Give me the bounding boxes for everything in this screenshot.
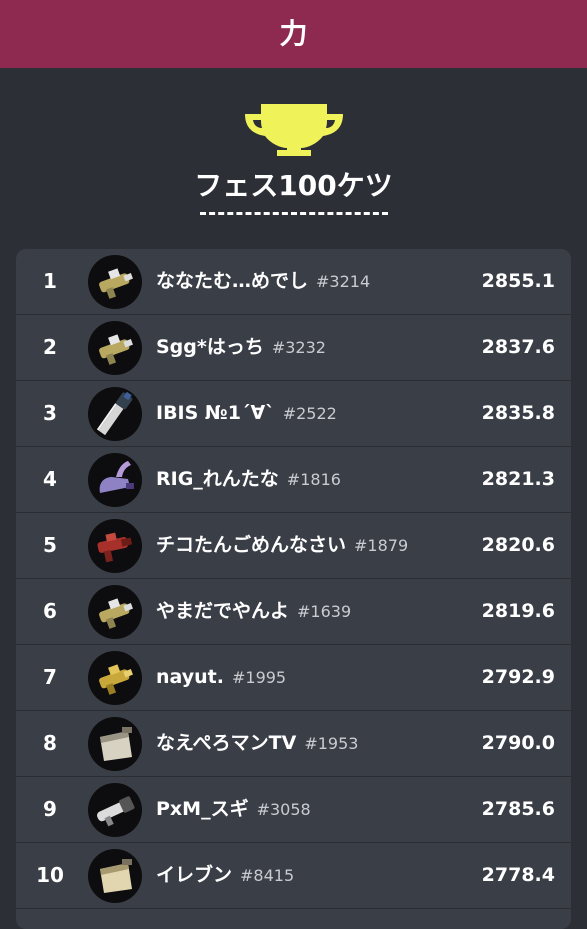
power-value: 2819.6 — [481, 600, 555, 622]
bucket-weapon-icon — [88, 849, 142, 903]
power-value: 2785.6 — [481, 798, 555, 820]
player-tag: #1953 — [304, 734, 359, 753]
power-value: 2837.6 — [481, 336, 555, 358]
rank-number: 10 — [36, 863, 64, 887]
splattershot-weapon-icon — [88, 321, 142, 375]
player-entry: イレブン #8415 — [156, 843, 294, 908]
ranking-list: 1 ななたむ…めでし #3214 2855.1 2 Sgg*はっち #3232 28… — [16, 249, 571, 929]
title-underline — [200, 212, 388, 215]
ranking-title: フェス100ケツ — [194, 169, 393, 202]
player-tag: #3214 — [316, 272, 371, 291]
ranking-row[interactable]: 4 RIG_れんたな #1816 2821.3 — [16, 447, 571, 513]
player-name: ななたむ…めでし — [156, 270, 309, 292]
player-tag: #1816 — [286, 470, 341, 489]
power-value: 2835.8 — [481, 402, 555, 424]
bucket-weapon-icon — [88, 717, 142, 771]
splattershot-weapon-icon — [88, 585, 142, 639]
header-bar: 力 — [0, 0, 587, 68]
player-entry: nayut. #1995 — [156, 645, 286, 710]
power-value: 2821.3 — [481, 468, 555, 490]
rank-number: 3 — [43, 401, 57, 425]
ranking-row[interactable]: 10 イレブン #8415 2778.4 — [16, 843, 571, 909]
player-name: nayut. — [156, 666, 224, 688]
ranking-row[interactable]: 3 IBIS №1´∀` #2522 2835.8 — [16, 381, 571, 447]
player-name: チコたんごめんなさい — [156, 534, 347, 556]
trophy-icon — [245, 104, 343, 156]
ranking-row[interactable]: 5 チコたんごめんなさい #1879 2820.6 — [16, 513, 571, 579]
power-value: 2792.9 — [481, 666, 555, 688]
ranking-row[interactable]: 6 やまだでやんよ #1639 2819.6 — [16, 579, 571, 645]
power-value: 2778.4 — [481, 864, 555, 886]
player-tag: #1995 — [231, 668, 287, 687]
rank-number: 2 — [43, 335, 57, 359]
ranking-row[interactable]: 9 PxM_スギ #3058 2785.6 — [16, 777, 571, 843]
player-tag: #2522 — [282, 404, 337, 423]
power-value: 2790.0 — [481, 732, 555, 754]
splattershot-weapon-icon — [88, 255, 142, 309]
rank-number: 4 — [43, 467, 57, 491]
player-entry: IBIS №1´∀` #2522 — [156, 381, 337, 446]
player-tag: #3058 — [256, 800, 311, 819]
player-name: PxM_スギ — [156, 798, 249, 820]
player-tag: #8415 — [240, 866, 295, 885]
splattershot-gold-weapon-icon — [88, 651, 142, 705]
ranking-row[interactable]: 7 nayut. #1995 2792.9 — [16, 645, 571, 711]
splatana-weapon-icon — [88, 387, 142, 441]
rank-number: 9 — [43, 797, 57, 821]
header-title: 力 — [279, 17, 308, 50]
ranking-row[interactable]: 8 なえぺろマンTV #1953 2790.0 — [16, 711, 571, 777]
ranking-row[interactable]: 2 Sgg*はっち #3232 2837.6 — [16, 315, 571, 381]
blaster-weapon-icon — [88, 519, 142, 573]
power-value: 2820.6 — [481, 534, 555, 556]
player-name: やまだでやんよ — [156, 600, 290, 622]
power-value: 2855.1 — [481, 270, 555, 292]
player-name: Sgg*はっち — [156, 336, 264, 358]
rank-number: 8 — [43, 731, 57, 755]
player-tag: #1879 — [354, 536, 409, 555]
rank-number: 1 — [43, 269, 57, 293]
player-tag: #3232 — [271, 338, 326, 357]
splatana-weapon-icon — [88, 783, 142, 837]
player-tag: #1639 — [297, 602, 352, 621]
rank-number: 6 — [43, 599, 57, 623]
player-name: なえぺろマンTV — [156, 732, 297, 754]
player-entry: チコたんごめんなさい #1879 — [156, 513, 408, 578]
splatling-weapon-icon — [88, 453, 142, 507]
player-entry: やまだでやんよ #1639 — [156, 579, 351, 644]
player-name: IBIS №1´∀` — [156, 402, 275, 424]
rank-number: 5 — [43, 533, 57, 557]
ranking-row[interactable]: 1 ななたむ…めでし #3214 2855.1 — [16, 249, 571, 315]
player-name: イレブン — [156, 864, 233, 886]
player-entry: ななたむ…めでし #3214 — [156, 249, 370, 314]
player-entry: なえぺろマンTV #1953 — [156, 711, 358, 776]
player-entry: PxM_スギ #3058 — [156, 777, 311, 842]
rank-number: 7 — [43, 665, 57, 689]
player-entry: Sgg*はっち #3232 — [156, 315, 326, 380]
player-entry: RIG_れんたな #1816 — [156, 447, 341, 512]
player-name: RIG_れんたな — [156, 468, 279, 490]
